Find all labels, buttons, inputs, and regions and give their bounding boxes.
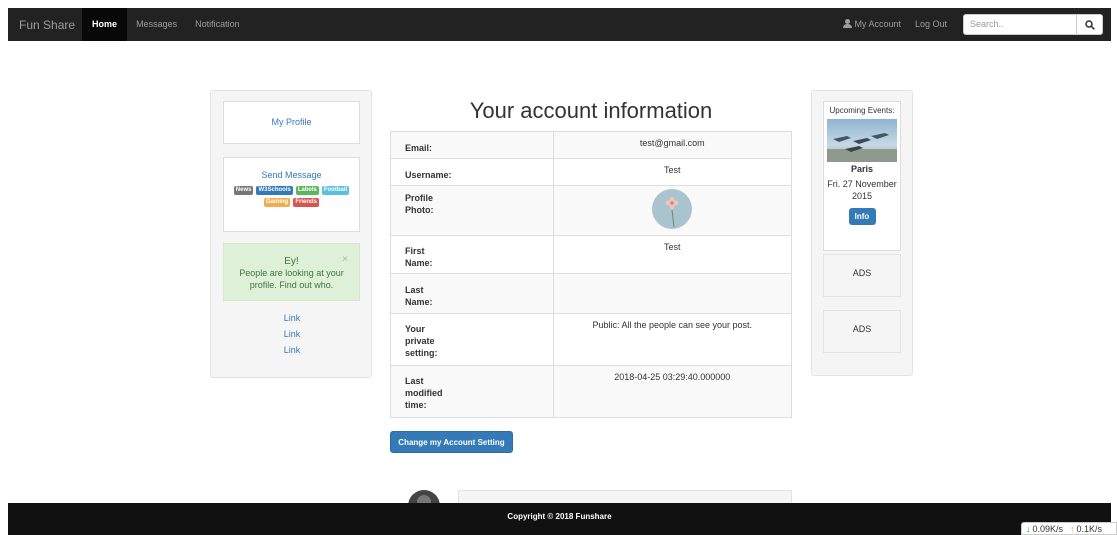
right-sidebar: Upcoming Events: Paris Fri. 27 November … [811,90,913,376]
upcoming-event-card: Upcoming Events: Paris Fri. 27 November … [823,101,901,251]
my-profile-link[interactable]: My Profile [271,117,311,127]
search-button[interactable] [1077,14,1103,35]
username-value: Test [552,158,792,186]
nav-notification[interactable]: Notification [186,8,249,41]
search-input[interactable]: Search.. [963,14,1077,35]
label-w3schools[interactable]: W3Schools [256,186,293,195]
sidebar-link-2[interactable]: Link [211,329,373,339]
table-row: Username: Test [390,158,792,186]
download-arrow-icon: ↓ [1026,523,1031,534]
events-title: Upcoming Events: [829,106,895,115]
sidebar-links: Link Link Link [211,313,373,361]
alert-text: People are looking at your profile. Find… [239,268,344,290]
sidebar-link-1[interactable]: Link [211,313,373,323]
page-title: Your account information [469,98,713,123]
event-info-button[interactable]: Info [848,208,876,225]
profile-photo-label: Profile Photo: [390,185,554,236]
label-gaming[interactable]: Gaming [263,198,291,207]
my-profile-box: My Profile [223,101,360,144]
first-name-label: First Name: [390,235,554,274]
last-modified-value: 2018-04-25 03:29:40.000000 [552,365,792,418]
table-row: Profile Photo: [390,185,792,236]
left-sidebar: My Profile Send Message News W3Schools L… [210,90,372,378]
profile-views-alert: × Ey! People are looking at your profile… [223,243,360,301]
logout-link[interactable]: Log Out [908,8,954,41]
nav-home[interactable]: Home [82,8,128,41]
last-modified-label: Last modified time: [390,365,554,418]
profile-photo-cell [552,185,792,236]
label-labels[interactable]: Labels [295,186,319,195]
ads-box-1[interactable]: ADS [823,254,901,297]
email-label: Email: [390,131,554,159]
table-row: Last modified time: 2018-04-25 03:29:40.… [390,365,792,418]
table-row: Your private setting: Public: All the pe… [390,313,792,366]
upload-arrow-icon: ↑ [1070,523,1075,534]
copyright-text: Copyright © 2018 Funshare [507,512,612,521]
jets-image [827,133,897,162]
flower-icon [666,197,679,228]
my-account-label: My Account [854,19,901,29]
label-football[interactable]: Football [321,186,350,195]
email-value: test@gmail.com [552,131,792,159]
send-message-link[interactable]: Send Message [224,170,359,180]
last-name-value [552,273,792,314]
event-date: Fri. 27 November 2015 [827,179,897,201]
private-setting-value: Public: All the people can see your post… [552,313,792,366]
netspeed-widget: ↓ 0.09K/s ↑ 0.1K/s [1021,522,1117,535]
table-row: First Name: Test [390,235,792,274]
table-row: Last Name: [390,273,792,314]
event-image [827,119,897,162]
alert-title: Ey! [284,256,299,267]
change-account-setting-button[interactable]: Change my Account Setting [390,431,513,453]
top-navbar: Fun Share Home Messages Notification My … [8,8,1111,41]
profile-photo-avatar [652,189,693,229]
user-icon [843,19,853,28]
ads-box-2[interactable]: ADS [823,310,901,353]
nav-right-group: My Account Log Out Search.. [836,8,1111,41]
first-name-value: Test [552,235,792,274]
label-news[interactable]: News [233,186,254,195]
download-speed: 0.09K/s [1032,523,1064,534]
brand-link[interactable]: Fun Share [19,18,75,32]
my-account-link[interactable]: My Account [836,8,908,41]
sidebar-link-3[interactable]: Link [211,345,373,355]
account-info-table: Email: test@gmail.com Username: Test Pro… [390,131,792,418]
username-label: Username: [390,158,554,186]
close-icon[interactable]: × [342,254,348,265]
label-friends[interactable]: Friends [293,198,319,207]
upload-speed: 0.1K/s [1076,523,1103,534]
nav-messages[interactable]: Messages [127,8,186,41]
event-city: Paris [850,164,874,174]
table-row: Email: test@gmail.com [390,131,792,159]
send-message-box: Send Message News W3Schools Labels Footb… [223,157,360,232]
search-icon [1084,19,1095,30]
label-list: News W3Schools Labels Football Gaming Fr… [224,186,359,207]
last-name-label: Last Name: [390,273,554,314]
footer: Copyright © 2018 Funshare [8,503,1111,535]
private-setting-label: Your private setting: [390,313,554,366]
